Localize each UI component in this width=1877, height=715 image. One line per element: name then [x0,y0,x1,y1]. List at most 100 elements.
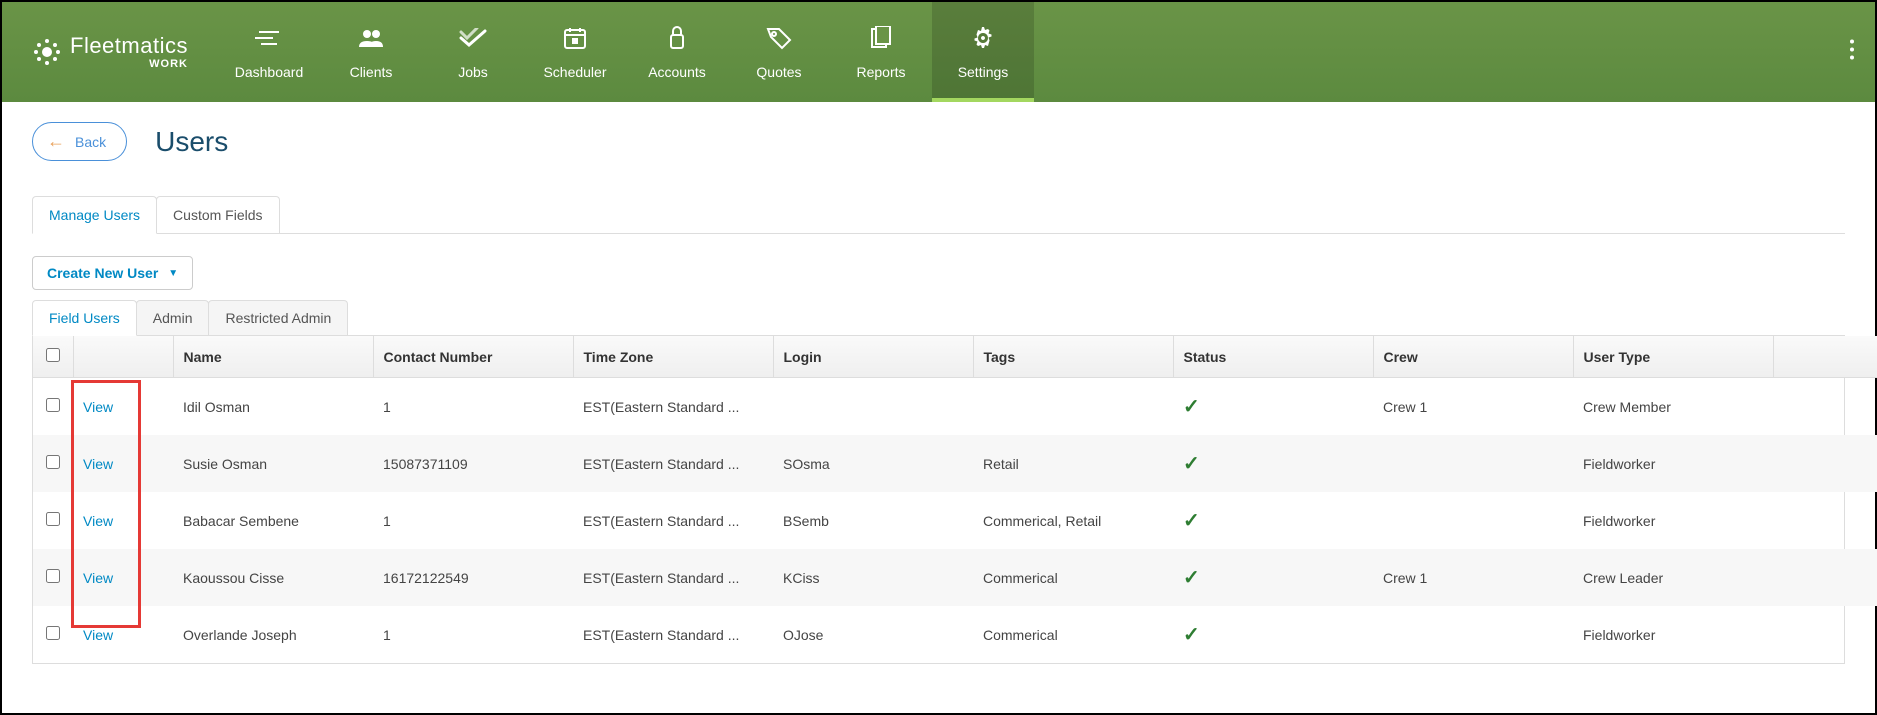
cell-timezone: EST(Eastern Standard ... [573,606,773,663]
reports-icon [867,24,895,52]
cell-name: Idil Osman [173,378,373,436]
cell-timezone: EST(Eastern Standard ... [573,549,773,606]
back-button[interactable]: ← Back [32,122,127,161]
cell-status: ✓ [1173,492,1373,549]
main-header: Fleetmatics WORK Dashboard Clients Jobs … [2,2,1875,102]
row-checkbox[interactable] [46,398,60,412]
row-checkbox[interactable] [46,512,60,526]
dashboard-icon [255,24,283,52]
cell-timezone: EST(Eastern Standard ... [573,378,773,436]
col-name[interactable]: Name [173,336,373,378]
view-link[interactable]: View [83,627,113,643]
back-arrow-icon: ← [47,131,65,152]
view-link[interactable]: View [83,456,113,472]
main-nav: Dashboard Clients Jobs Scheduler Account… [218,2,1034,102]
logo-subtext: WORK [70,59,188,70]
create-new-user-button[interactable]: Create New User ▼ [32,256,193,290]
cell-tags: Commerical, Retail [973,492,1173,549]
cell-login: OJose [773,606,973,663]
table-row: View Susie Osman 15087371109 EST(Eastern… [33,435,1877,492]
cell-crew: Crew 1 [1373,549,1573,606]
logo-icon [32,37,62,67]
cell-status: ✓ [1173,606,1373,663]
logo-text: Fleetmatics [70,35,188,57]
check-icon: ✓ [1183,567,1200,589]
view-link[interactable]: View [83,513,113,529]
col-timezone[interactable]: Time Zone [573,336,773,378]
row-checkbox[interactable] [46,569,60,583]
more-menu-button[interactable] [1849,38,1855,67]
page-header: ← Back Users [32,122,1845,161]
cell-crew [1373,492,1573,549]
scheduler-icon [561,24,589,52]
nav-scheduler[interactable]: Scheduler [524,2,626,102]
nav-clients[interactable]: Clients [320,2,422,102]
user-type-tabs: Field Users Admin Restricted Admin [32,300,1845,336]
clients-icon [357,24,385,52]
col-login[interactable]: Login [773,336,973,378]
cell-timezone: EST(Eastern Standard ... [573,435,773,492]
quotes-icon [765,24,793,52]
cell-user-type: Fieldworker [1573,435,1773,492]
nav-settings[interactable]: Settings [932,2,1034,102]
table-row: View Babacar Sembene 1 EST(Eastern Stand… [33,492,1877,549]
cell-actions [1773,606,1877,663]
cell-actions [1773,492,1877,549]
tab-custom-fields[interactable]: Custom Fields [156,196,279,233]
cell-timezone: EST(Eastern Standard ... [573,492,773,549]
primary-tabs: Manage Users Custom Fields [32,196,1845,234]
cell-contact: 16172122549 [373,549,573,606]
cell-contact: 1 [373,492,573,549]
row-checkbox[interactable] [46,626,60,640]
sub-tab-restricted-admin[interactable]: Restricted Admin [208,300,348,335]
cell-crew [1373,606,1573,663]
check-icon: ✓ [1183,453,1200,475]
col-actions [1773,336,1877,378]
col-contact[interactable]: Contact Number [373,336,573,378]
nav-accounts[interactable]: Accounts [626,2,728,102]
table-row: View Idil Osman 1 EST(Eastern Standard .… [33,378,1877,436]
cell-crew [1373,435,1573,492]
col-status[interactable]: Status [1173,336,1373,378]
check-icon: ✓ [1183,510,1200,532]
cell-status: ✓ [1173,378,1373,436]
page-content: ← Back Users Manage Users Custom Fields … [2,102,1875,684]
col-view [73,336,173,378]
cell-name: Babacar Sembene [173,492,373,549]
tab-manage-users[interactable]: Manage Users [32,196,157,234]
cell-tags: Commerical [973,606,1173,663]
cell-tags: Commerical [973,549,1173,606]
cell-user-type: Fieldworker [1573,606,1773,663]
row-checkbox[interactable] [46,455,60,469]
cell-user-type: Crew Member [1573,378,1773,436]
cell-actions [1773,378,1877,436]
cell-name: Overlande Joseph [173,606,373,663]
col-select-all [33,336,73,378]
col-tags[interactable]: Tags [973,336,1173,378]
view-link[interactable]: View [83,570,113,586]
accounts-icon [663,24,691,52]
nav-dashboard[interactable]: Dashboard [218,2,320,102]
sub-tab-field-users[interactable]: Field Users [32,300,137,336]
jobs-icon [459,24,487,52]
users-table: Name Contact Number Time Zone Login Tags… [33,336,1877,663]
cell-login: KCiss [773,549,973,606]
view-link[interactable]: View [83,399,113,415]
nav-jobs[interactable]: Jobs [422,2,524,102]
col-user-type[interactable]: User Type [1573,336,1773,378]
cell-tags [973,378,1173,436]
cell-status: ✓ [1173,435,1373,492]
sub-tab-admin[interactable]: Admin [136,300,210,335]
cell-name: Kaoussou Cisse [173,549,373,606]
page-title: Users [155,126,228,158]
table-row: View Kaoussou Cisse 16172122549 EST(East… [33,549,1877,606]
cell-contact: 1 [373,378,573,436]
select-all-checkbox[interactable] [46,348,60,362]
col-crew[interactable]: Crew [1373,336,1573,378]
cell-contact: 15087371109 [373,435,573,492]
nav-reports[interactable]: Reports [830,2,932,102]
app-logo: Fleetmatics WORK [2,35,218,70]
cell-user-type: Fieldworker [1573,492,1773,549]
nav-quotes[interactable]: Quotes [728,2,830,102]
users-table-container: Name Contact Number Time Zone Login Tags… [32,336,1845,664]
